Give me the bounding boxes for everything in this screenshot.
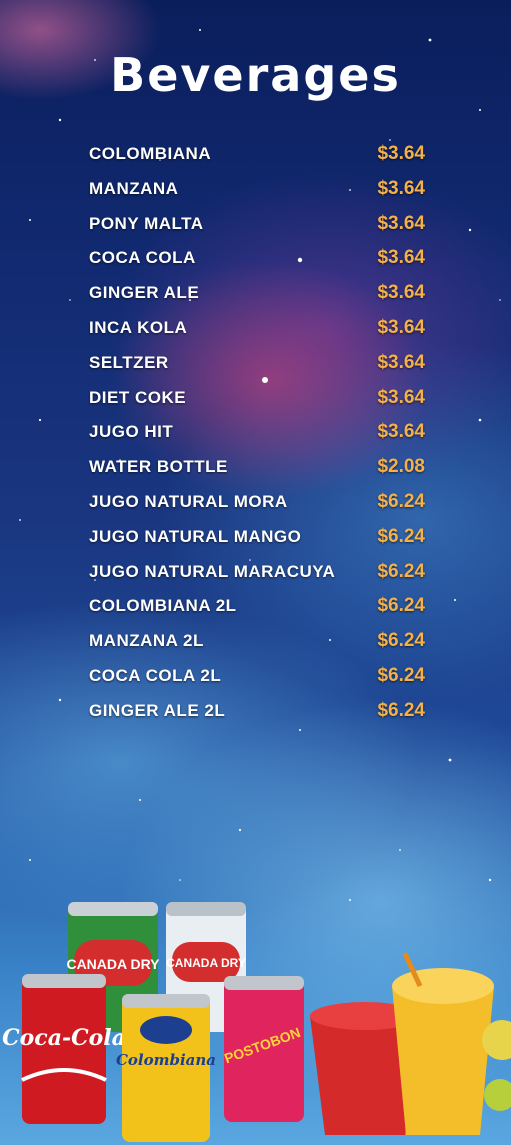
menu-item-price: $6.24 bbox=[377, 699, 425, 721]
menu-item-name: SELTZER bbox=[89, 352, 169, 372]
menu-item-price: $2.08 bbox=[377, 456, 425, 478]
menu-item-price: $6.24 bbox=[377, 595, 425, 617]
page-title: Beverages bbox=[110, 48, 401, 102]
menu-row: JUGO NATURAL MORA $6.24 bbox=[0, 486, 511, 518]
menu-item-name: WATER BOTTLE bbox=[89, 457, 228, 477]
menu-item-name: PONY MALTA bbox=[89, 213, 204, 233]
menu-item-price: $3.64 bbox=[377, 317, 425, 338]
menu-row: COLOMBIANA 2L $6.24 bbox=[0, 590, 511, 622]
menu-row: WATER BOTTLE $2.08 bbox=[0, 451, 511, 483]
menu-item-price: $3.64 bbox=[377, 386, 425, 408]
menu-row: JUGO NATURAL MANGO $6.24 bbox=[0, 521, 511, 553]
menu-item-name: JUGO NATURAL MANGO bbox=[89, 526, 302, 546]
menu-item-name: GINGER ALE 2L bbox=[89, 700, 226, 720]
menu-item-price: $3.64 bbox=[377, 421, 425, 443]
menu-item-name: JUGO NATURAL MORA bbox=[89, 492, 288, 511]
mango-juice-cup-image bbox=[392, 952, 494, 1135]
menu-item-name: GINGER ALE bbox=[89, 283, 200, 303]
menu-row: COCA COLA 2L $6.24 bbox=[0, 660, 511, 692]
menu-poster: Beverages COLOMBIANA $3.64 MANZANA $3.64… bbox=[0, 0, 511, 1145]
menu-item-price: $3.64 bbox=[377, 177, 425, 199]
menu-row: MANZANA $3.64 bbox=[0, 173, 511, 205]
menu-row: DIET COKE $3.64 bbox=[0, 382, 511, 414]
menu-row: GINGER ALE $3.64 bbox=[0, 277, 511, 309]
menu-item-price: $6.24 bbox=[377, 630, 425, 652]
menu-item-name: INCA KOLA bbox=[89, 318, 188, 337]
coca-cola-label: Coca-Cola bbox=[2, 1025, 126, 1051]
menu-row: PONY MALTA $3.64 bbox=[0, 208, 511, 240]
menu-item-name: COCA COLA bbox=[89, 248, 196, 268]
menu-row: JUGO HIT $3.64 bbox=[0, 416, 511, 448]
canada-dry-label: CANADA DRY bbox=[66, 956, 160, 972]
menu-item-price: $6.24 bbox=[377, 665, 425, 686]
menu-item-name: MANZANA 2L bbox=[89, 631, 204, 651]
menu-item-name: COCA COLA 2L bbox=[89, 666, 222, 685]
menu-item-price: $6.24 bbox=[377, 525, 425, 547]
menu-item-price: $6.24 bbox=[377, 560, 425, 582]
menu-row: COCA COLA $3.64 bbox=[0, 242, 511, 274]
menu-item-price: $3.64 bbox=[377, 143, 425, 164]
svg-text:CANADA DRY: CANADA DRY bbox=[166, 956, 246, 970]
menu-row: COLOMBIANA $3.64 bbox=[0, 138, 511, 170]
beverage-product-images: CANADA DRY CANADA DRY Coca-Cola Colombia… bbox=[2, 902, 511, 1142]
menu-row: JUGO NATURAL MARACUYA $6.24 bbox=[0, 556, 511, 588]
colombiana-can-image: Colombiana bbox=[116, 994, 216, 1142]
menu-item-name: JUGO NATURAL MARACUYA bbox=[89, 561, 336, 581]
menu-row: MANZANA 2L $6.24 bbox=[0, 625, 511, 657]
menu-item-name: MANZANA bbox=[89, 178, 179, 198]
menu-item-name: JUGO HIT bbox=[89, 422, 174, 442]
menu-item-name: COLOMBIANA bbox=[89, 144, 212, 163]
menu-item-price: $3.64 bbox=[377, 212, 425, 234]
menu-row: INCA KOLA $3.64 bbox=[0, 312, 511, 344]
menu-item-price: $6.24 bbox=[377, 491, 425, 512]
menu-item-price: $3.64 bbox=[377, 282, 425, 304]
menu-item-name: COLOMBIANA 2L bbox=[89, 596, 237, 616]
colombiana-label: Colombiana bbox=[116, 1051, 216, 1069]
menu-row: SELTZER $3.64 bbox=[0, 347, 511, 379]
menu-row: GINGER ALE 2L $6.24 bbox=[0, 695, 511, 727]
postobon-manzana-can-image: POSTOBON bbox=[222, 976, 304, 1122]
menu-item-price: $3.64 bbox=[377, 247, 425, 269]
menu-item-name: DIET COKE bbox=[89, 387, 187, 407]
menu-item-price: $3.64 bbox=[377, 351, 425, 373]
